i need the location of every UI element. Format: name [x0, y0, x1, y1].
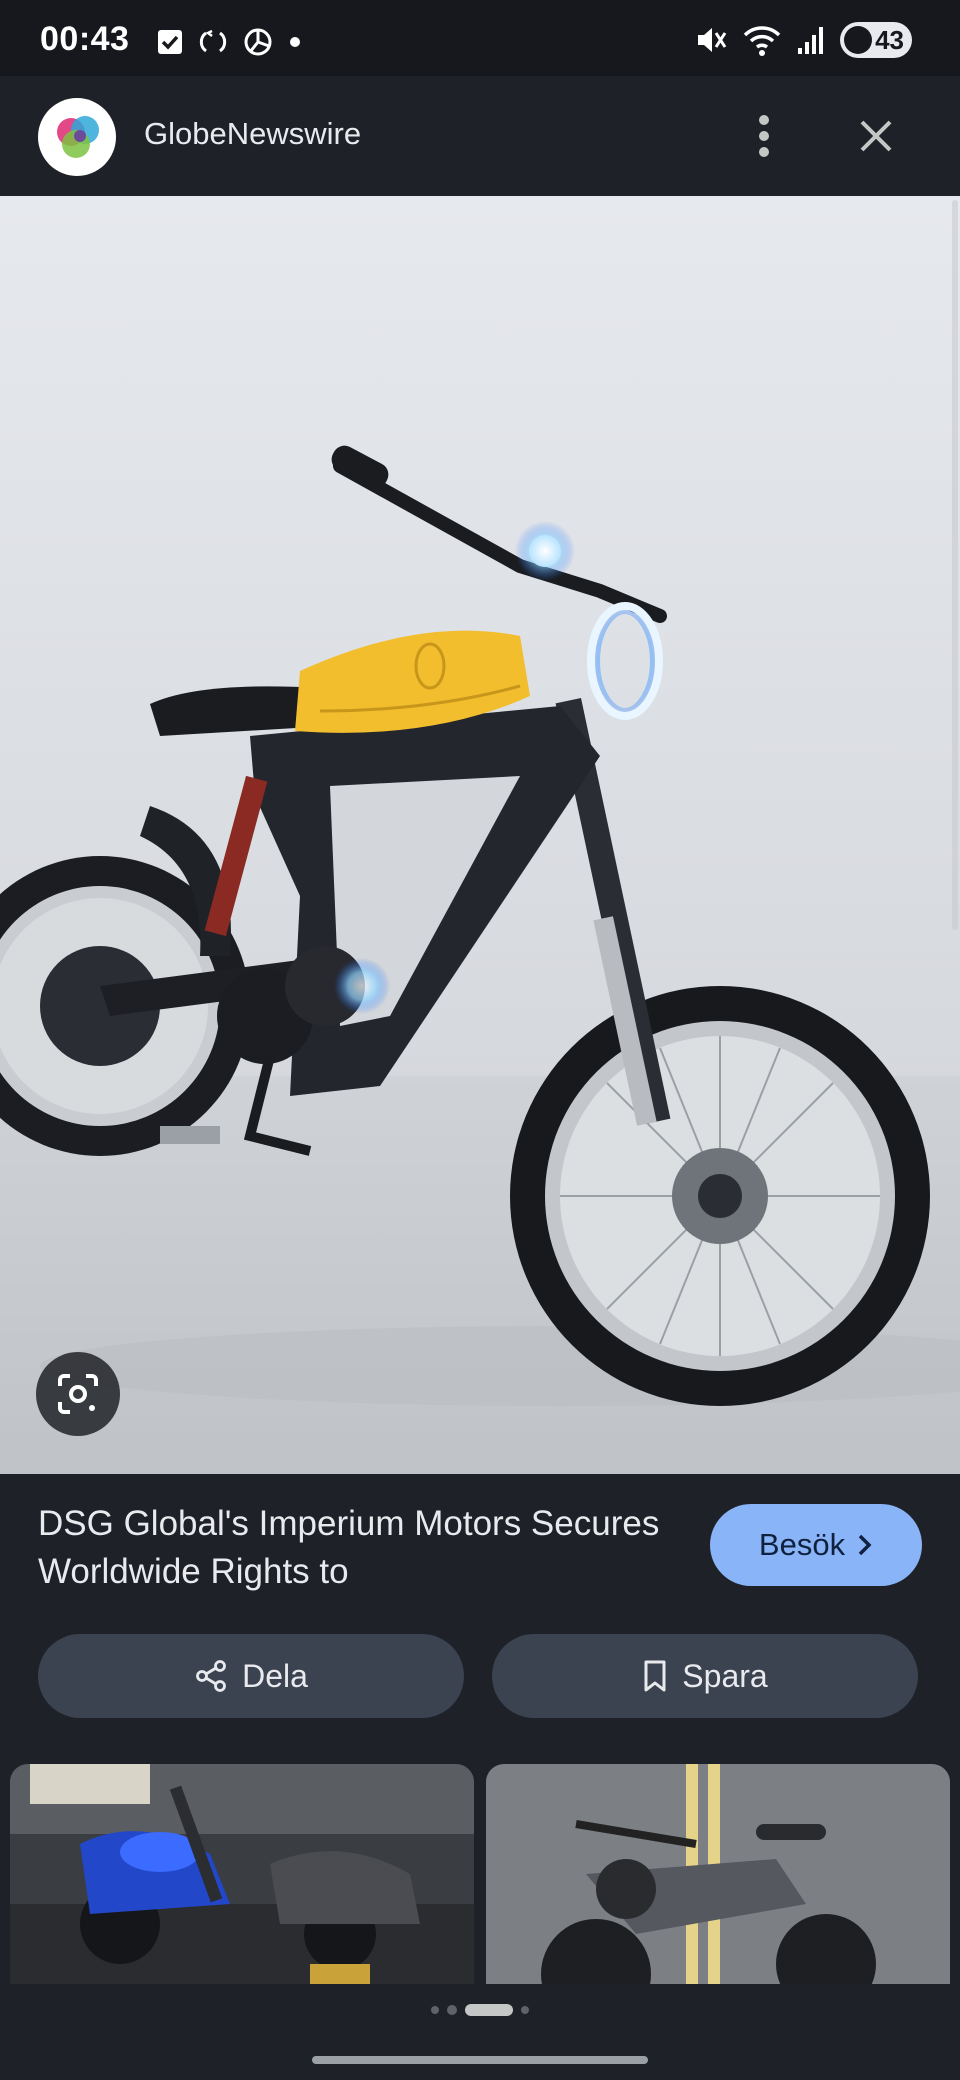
article-title[interactable]: DSG Global's Imperium Motors Secures Wor… [38, 1500, 678, 1596]
share-icon [196, 1660, 226, 1692]
dot-icon [290, 37, 300, 47]
visit-button[interactable]: Besök [710, 1504, 922, 1586]
bottom-bar [0, 1984, 960, 2080]
battery-level: 43 [875, 24, 904, 55]
scrollbar-thumb[interactable] [952, 200, 958, 930]
save-label: Spara [682, 1657, 768, 1694]
status-time: 00:43 [40, 20, 130, 58]
status-bar: 00:43 43 [0, 0, 960, 76]
checkbox-icon [158, 30, 182, 54]
bookmark-icon [644, 1660, 666, 1692]
motorbike-photo [0, 196, 960, 1474]
page-dot [447, 2005, 457, 2015]
site-logo[interactable] [38, 98, 116, 176]
gray-ebike-photo [486, 1764, 950, 1984]
page-dot [431, 2006, 439, 2014]
chart-icon [244, 28, 272, 56]
page-dot [521, 2006, 529, 2014]
globenewswire-logo-icon [57, 116, 99, 158]
sync-icon [199, 29, 227, 53]
chevron-right-icon [858, 1534, 872, 1556]
visit-label: Besök [758, 1527, 846, 1562]
related-image-thumbnail[interactable] [10, 1764, 474, 1984]
page-dot-active [465, 2004, 513, 2016]
share-button[interactable]: Dela [38, 1634, 464, 1718]
viewer-header: GlobeNewswire [0, 76, 960, 196]
main-image[interactable] [0, 196, 960, 1474]
google-lens-button[interactable] [36, 1352, 120, 1436]
signal-icon [798, 27, 823, 54]
share-label: Dela [242, 1657, 308, 1694]
save-button[interactable]: Spara [492, 1634, 918, 1718]
gesture-nav-handle[interactable] [312, 2056, 648, 2064]
more-options-button[interactable] [740, 98, 788, 174]
mute-icon [698, 28, 727, 52]
motorcycle-showroom-photo [10, 1764, 474, 1984]
page-indicator [0, 2004, 960, 2016]
close-icon [860, 120, 892, 152]
wifi-icon [743, 26, 781, 56]
status-right-icons: 43 [694, 22, 912, 58]
close-button[interactable] [848, 102, 904, 170]
status-left-icons [156, 26, 302, 58]
battery-icon: 43 [840, 22, 912, 58]
more-vert-icon [759, 115, 769, 157]
lens-icon [58, 1374, 98, 1414]
related-image-thumbnail[interactable] [486, 1764, 950, 1984]
battery-saver-icon [844, 26, 872, 54]
site-name[interactable]: GlobeNewswire [144, 116, 361, 152]
